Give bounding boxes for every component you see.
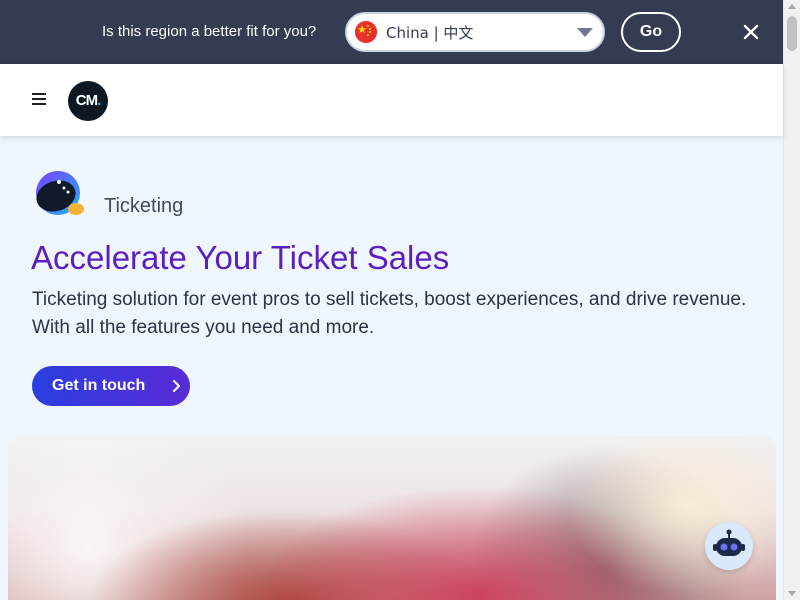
hero-description: Ticketing solution for event pros to sel… (32, 289, 747, 338)
hero-section: Ticketing Accelerate Your Ticket Sales T… (0, 136, 783, 600)
scroll-up-arrow-icon[interactable] (788, 4, 796, 9)
logo-text: CM (75, 92, 98, 109)
site-header: CM. (0, 64, 783, 136)
ticketing-product-icon (32, 171, 88, 223)
scroll-thumb[interactable] (787, 16, 797, 51)
region-select[interactable]: China | 中文 (345, 12, 605, 52)
region-select-value: China | 中文 (386, 24, 474, 42)
chevron-right-icon (169, 379, 183, 393)
hero-image (8, 436, 776, 600)
hamburger-menu-icon[interactable] (32, 93, 48, 107)
region-banner: Is this region a better fit for you? Chi… (0, 0, 783, 64)
product-name: Ticketing (104, 195, 184, 217)
china-flag-icon (355, 21, 377, 43)
scrollbar[interactable] (783, 0, 800, 600)
hero-title: Accelerate Your Ticket Sales (31, 239, 450, 276)
go-button[interactable]: Go (621, 12, 681, 52)
cta-label: Get in touch (52, 377, 146, 394)
scroll-down-arrow-icon[interactable] (788, 591, 796, 596)
caret-down-icon (577, 28, 593, 37)
region-question: Is this region a better fit for you? (102, 23, 317, 40)
cm-logo[interactable]: CM. (68, 81, 108, 121)
close-icon[interactable] (741, 22, 761, 42)
chat-bot-icon[interactable] (705, 522, 753, 570)
logo-dot: . (97, 92, 101, 109)
get-in-touch-button[interactable]: Get in touch (32, 366, 190, 406)
